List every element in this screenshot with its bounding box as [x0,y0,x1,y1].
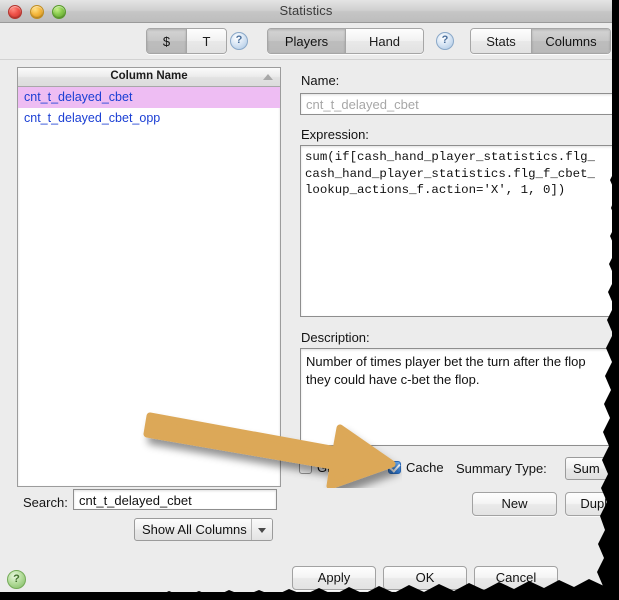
summary-type-label: Summary Type: [456,461,547,476]
segment-tournament[interactable]: T [187,29,226,53]
help-icon-currency[interactable]: ? [230,32,248,50]
currency-segmented-control[interactable]: $ T [146,28,227,54]
name-label: Name: [301,73,340,88]
view-segmented-control[interactable]: Stats Columns [470,28,611,54]
sort-ascending-icon[interactable] [263,74,273,80]
toolbar: $ T ? Players Hand ? Stats Columns [0,23,612,60]
column-list[interactable]: Column Name cnt_t_delayed_cbet cnt_t_del… [17,67,281,487]
expression-text: sum(if[cash_hand_player_statistics.flg_ … [305,150,595,197]
group-by-checkbox-box[interactable] [299,461,312,474]
apply-button[interactable]: Apply [292,566,376,590]
search-label: Search: [23,495,68,510]
chevron-down-icon[interactable] [251,519,272,540]
statistics-window: Statistics $ T ? Players Hand ? Stats Co… [0,0,612,592]
summary-type-value: Sum [573,461,600,476]
help-icon[interactable]: ? [7,570,26,589]
expression-textarea[interactable]: sum(if[cash_hand_player_statistics.flg_ … [300,145,612,317]
column-name-header-label: Column Name [110,70,188,82]
segment-hand[interactable]: Hand [346,29,423,53]
group-by-label: Group By [317,460,372,475]
cache-label: Cache [406,460,444,475]
group-by-checkbox[interactable]: Group By [299,460,372,475]
column-filter-value: Show All Columns [142,522,247,537]
scope-segmented-control[interactable]: Players Hand [267,28,424,54]
segment-players[interactable]: Players [268,29,346,53]
window-title: Statistics [279,3,333,18]
description-textarea[interactable]: Number of times player bet the turn afte… [300,348,612,446]
column-filter-dropdown[interactable]: Show All Columns [134,518,273,541]
cache-checkbox[interactable]: Cache [388,460,444,475]
list-item[interactable]: cnt_t_delayed_cbet [18,87,280,108]
name-input[interactable]: cnt_t_delayed_cbet [300,93,612,115]
cache-checkbox-box[interactable] [388,461,401,474]
column-list-header[interactable]: Column Name [18,68,280,87]
list-item[interactable]: cnt_t_delayed_cbet_opp [18,108,280,129]
new-button[interactable]: New [472,492,557,516]
tab-columns[interactable]: Columns [532,29,610,53]
cancel-button[interactable]: Cancel [474,566,558,590]
window-titlebar: Statistics [0,0,612,23]
summary-type-dropdown[interactable]: Sum [565,457,612,480]
screenshot-root: Statistics $ T ? Players Hand ? Stats Co… [0,0,619,600]
duplicate-button[interactable]: Duplicate [565,492,612,516]
description-label: Description: [301,330,370,345]
tab-stats[interactable]: Stats [471,29,532,53]
description-text: Number of times player bet the turn afte… [306,354,586,387]
help-icon-scope[interactable]: ? [436,32,454,50]
search-input[interactable]: cnt_t_delayed_cbet [73,489,277,510]
expression-label: Expression: [301,127,369,142]
ok-button[interactable]: OK [383,566,467,590]
segment-dollar[interactable]: $ [147,29,187,53]
